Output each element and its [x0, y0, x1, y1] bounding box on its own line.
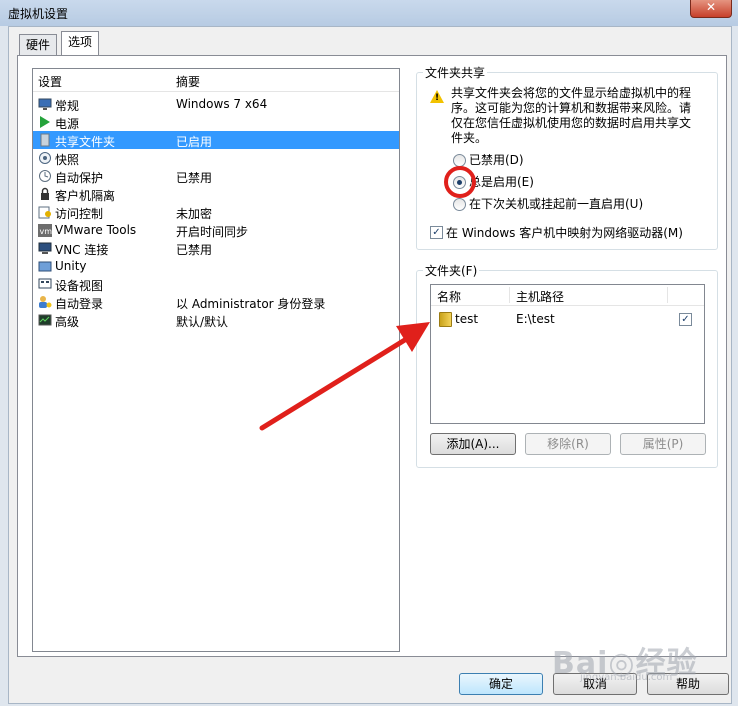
settings-item-label: 客户机隔离: [55, 189, 116, 203]
folders-group: 文件夹(F) 名称 主机路径 test E:\test ✓ 添加(A)... 移…: [416, 262, 718, 468]
vnc-icon: [38, 241, 52, 255]
svg-text:vm: vm: [40, 227, 53, 236]
settings-item-label: 电源: [55, 117, 80, 131]
warning-text: 共享文件夹会将您的文件显示给虚拟机中的程序。这可能为您的计算机和数据带来风险。请…: [451, 86, 692, 145]
settings-item-power[interactable]: 电源: [33, 113, 399, 131]
map-network-drive-label[interactable]: 在 Windows 客户机中映射为网络驱动器(M): [446, 224, 683, 241]
folder-sharing-title: 文件夹共享: [423, 64, 488, 81]
settings-item-summary: 以 Administrator 身份登录: [176, 297, 326, 311]
shared-folder-icon: [38, 133, 52, 147]
settings-item-autoprotect[interactable]: 自动保护 已禁用: [33, 167, 399, 185]
monitor-icon: [38, 97, 52, 111]
map-network-drive-checkbox[interactable]: ✓: [430, 226, 443, 239]
settings-item-label: 共享文件夹: [55, 135, 116, 149]
settings-item-label: Unity: [55, 259, 87, 273]
title-bar: 虚拟机设置 ✕: [0, 0, 738, 26]
settings-item-isolation[interactable]: 客户机隔离: [33, 185, 399, 203]
settings-item-summary: 开启时间同步: [176, 225, 249, 239]
settings-item-label: 访问控制: [55, 207, 104, 221]
watermark-url: jingyan.baidu.com: [580, 672, 673, 683]
folders-table-header: 名称 主机路径: [431, 285, 704, 306]
settings-item-label: 高级: [55, 315, 80, 329]
tab-hardware[interactable]: 硬件: [19, 34, 58, 55]
settings-item-label: 设备视图: [55, 279, 104, 293]
folder-properties-button[interactable]: 属性(P): [620, 433, 706, 455]
settings-dialog: 硬件 选项 设置 摘要 常规 Windows 7 x64 电源 共享文件夹 已启…: [8, 26, 732, 704]
folder-enabled-checkbox[interactable]: ✓: [679, 313, 692, 326]
autoprotect-icon: [38, 169, 52, 183]
vmware-tools-icon: vm: [38, 223, 52, 237]
settings-item-label: VMware Tools: [55, 223, 137, 237]
settings-item-unity[interactable]: Unity: [33, 257, 399, 275]
settings-item-summary: 默认/默认: [176, 315, 229, 329]
ok-button[interactable]: 确定: [459, 673, 543, 695]
folders-title: 文件夹(F): [423, 262, 480, 279]
window-title: 虚拟机设置: [8, 7, 69, 21]
autologin-icon: [38, 295, 52, 309]
remove-folder-button[interactable]: 移除(R): [525, 433, 611, 455]
settings-item-device-view[interactable]: 设备视图: [33, 275, 399, 293]
column-header-host-path[interactable]: 主机路径: [516, 288, 564, 305]
snapshot-icon: [38, 151, 52, 165]
settings-item-summary: 已禁用: [176, 171, 213, 185]
settings-list-header: 设置 摘要: [33, 69, 399, 92]
settings-item-vnc[interactable]: VNC 连接 已禁用: [33, 239, 399, 257]
radio-until-poweroff[interactable]: [453, 198, 466, 211]
settings-list: 设置 摘要 常规 Windows 7 x64 电源 共享文件夹 已启用 快照 自…: [32, 68, 400, 652]
settings-item-access-control[interactable]: 访问控制 未加密: [33, 203, 399, 221]
warning-icon-mark: !: [435, 93, 440, 103]
settings-item-summary: 已启用: [176, 135, 213, 149]
column-header-summary[interactable]: 摘要: [176, 73, 200, 90]
isolation-icon: [38, 187, 52, 201]
settings-item-summary: 未加密: [176, 207, 213, 221]
options-panel: 设置 摘要 常规 Windows 7 x64 电源 共享文件夹 已启用 快照 自…: [17, 55, 727, 657]
radio-until-poweroff-label[interactable]: 在下次关机或挂起前一直启用(U): [469, 195, 643, 212]
radio-disabled-label[interactable]: 已禁用(D): [469, 151, 524, 168]
column-header-name[interactable]: 名称: [437, 288, 461, 305]
play-icon: [38, 115, 52, 129]
folder-row[interactable]: test E:\test ✓: [431, 309, 704, 329]
unity-icon: [38, 259, 52, 273]
add-folder-button[interactable]: 添加(A)...: [430, 433, 516, 455]
column-header-setting[interactable]: 设置: [38, 73, 62, 90]
device-view-icon: [38, 277, 52, 291]
settings-item-snapshots[interactable]: 快照: [33, 149, 399, 167]
close-button[interactable]: ✕: [690, 0, 732, 18]
radio-always-enabled-label[interactable]: 总是启用(E): [469, 173, 534, 190]
settings-item-label: 自动保护: [55, 171, 104, 185]
folder-host-path: E:\test: [516, 312, 555, 326]
settings-item-label: 自动登录: [55, 297, 104, 311]
settings-item-label: VNC 连接: [55, 243, 109, 257]
advanced-icon: [38, 313, 52, 327]
settings-item-summary: 已禁用: [176, 243, 213, 257]
folder-icon: [439, 312, 452, 327]
folder-name: test: [455, 312, 479, 326]
settings-item-general[interactable]: 常规 Windows 7 x64: [33, 95, 399, 113]
settings-item-label: 常规: [55, 99, 80, 113]
tab-options[interactable]: 选项: [61, 31, 100, 55]
folders-table: 名称 主机路径 test E:\test ✓: [430, 284, 705, 424]
red-circle-annotation: [444, 166, 476, 198]
settings-item-label: 快照: [55, 153, 80, 167]
settings-item-summary: Windows 7 x64: [176, 97, 268, 111]
settings-item-vmware-tools[interactable]: vm VMware Tools 开启时间同步: [33, 221, 399, 239]
folder-sharing-group: 文件夹共享 ! 共享文件夹会将您的文件显示给虚拟机中的程序。这可能为您的计算机和…: [416, 64, 718, 250]
settings-item-shared-folders[interactable]: 共享文件夹 已启用: [33, 131, 399, 149]
settings-item-advanced[interactable]: 高级 默认/默认: [33, 311, 399, 329]
access-control-icon: [38, 205, 52, 219]
settings-item-autologin[interactable]: 自动登录 以 Administrator 身份登录: [33, 293, 399, 311]
